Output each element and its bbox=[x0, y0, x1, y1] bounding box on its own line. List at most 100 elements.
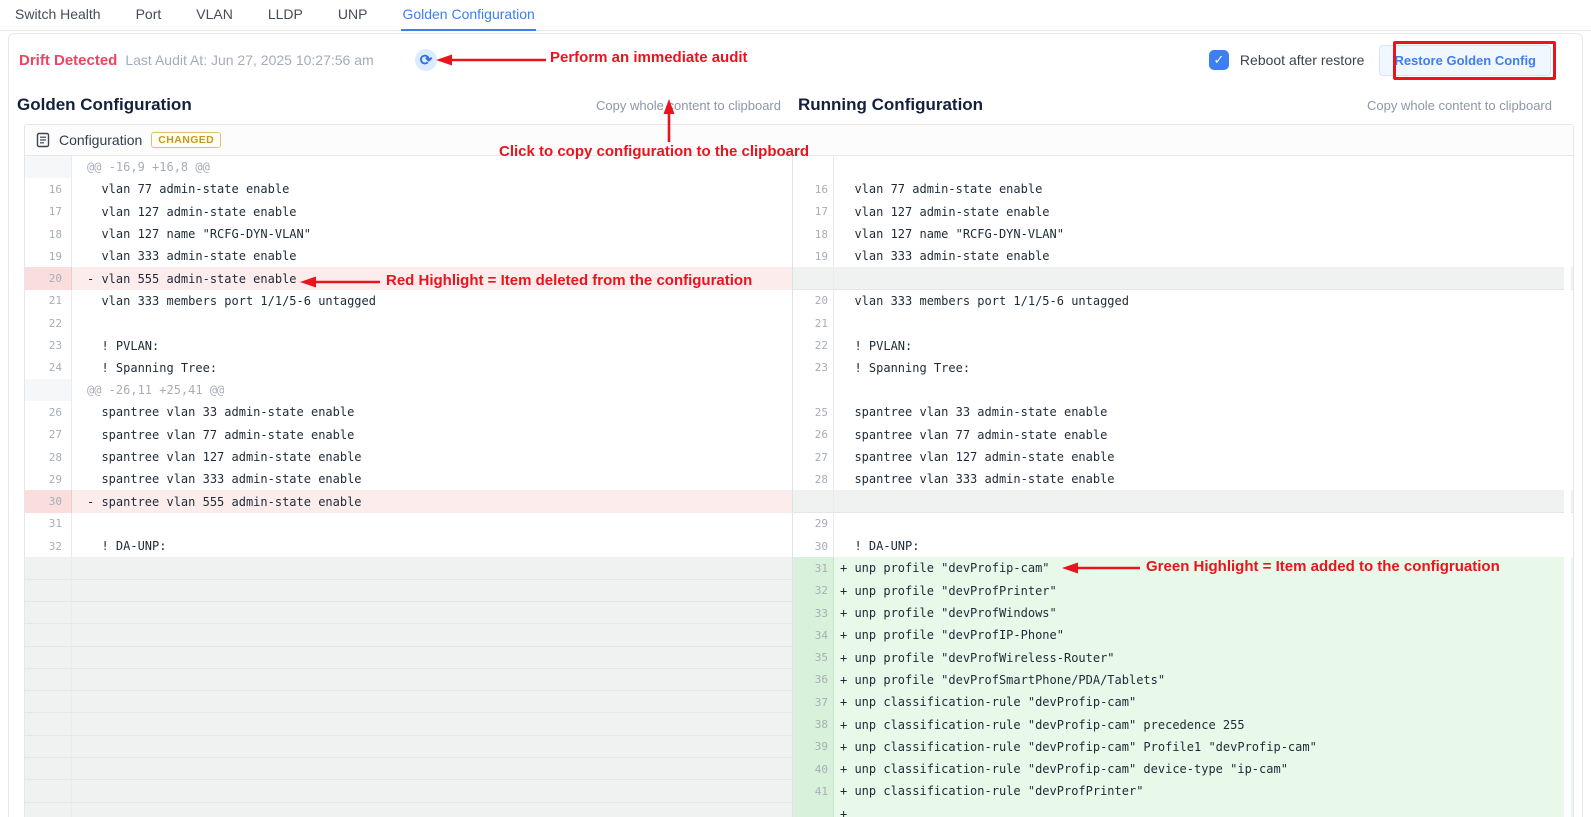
diff-right-code bbox=[834, 312, 1573, 334]
running-heading-half: Running Configuration Copy whole content… bbox=[791, 95, 1582, 115]
tab-unp[interactable]: UNP bbox=[337, 0, 369, 30]
diff-left-line-number: 32 bbox=[25, 535, 72, 557]
copy-golden-content-link[interactable]: Copy whole content to clipboard bbox=[596, 98, 781, 113]
diff-row: 37 + unp classification-rule "devProfip-… bbox=[25, 691, 1573, 713]
diff-left-line-number bbox=[25, 803, 72, 817]
diff-left-code bbox=[72, 758, 792, 780]
diff-right-code: ! PVLAN: bbox=[834, 334, 1573, 356]
diff-right-code: + unp classification-rule "devProfip-cam… bbox=[834, 758, 1573, 780]
diff-left-line-number: 19 bbox=[25, 245, 72, 267]
diff-row: 40 + unp classification-rule "devProfip-… bbox=[25, 758, 1573, 780]
diff-row: @@ -26,11 +25,41 @@ bbox=[25, 379, 1573, 401]
diff-left-code: @@ -26,11 +25,41 @@ bbox=[72, 379, 792, 401]
diff-right-line-number: 30 bbox=[792, 535, 834, 557]
diff-left-line-number: 26 bbox=[25, 401, 72, 423]
copy-running-content-link[interactable]: Copy whole content to clipboard bbox=[1367, 98, 1552, 113]
diff-row: 41 + unp classification-rule "devProfPri… bbox=[25, 780, 1573, 802]
diff-left-code bbox=[72, 803, 792, 817]
diff-right-code: ! DA-UNP: bbox=[834, 535, 1573, 557]
diff-right-code: + unp profile "devProfip-cam" bbox=[834, 557, 1573, 579]
diff-right-line-number: 33 bbox=[792, 602, 834, 624]
diff-left-code: vlan 333 admin-state enable bbox=[72, 245, 792, 267]
diff-right-code: + unp profile "devProfSmartPhone/PDA/Tab… bbox=[834, 669, 1573, 691]
diff-right-code: ! Spanning Tree: bbox=[834, 357, 1573, 379]
diff-row: 21 vlan 333 members port 1/1/5-6 untagge… bbox=[25, 290, 1573, 312]
tab-vlan[interactable]: VLAN bbox=[195, 0, 234, 30]
diff-row: 39 + unp classification-rule "devProfip-… bbox=[25, 736, 1573, 758]
reboot-after-restore-checkbox[interactable]: ✓ bbox=[1209, 50, 1229, 70]
diff-right-line-number: 40 bbox=[792, 758, 834, 780]
toolbar-right-group: ✓ Reboot after restore Restore Golden Co… bbox=[1209, 45, 1551, 76]
diff-left-code: spantree vlan 127 admin-state enable bbox=[72, 446, 792, 468]
diff-row: 32 ! DA-UNP: 30 ! DA-UNP: bbox=[25, 535, 1573, 557]
diff-right-line-number: 27 bbox=[792, 446, 834, 468]
diff-right-code: spantree vlan 33 admin-state enable bbox=[834, 401, 1573, 423]
diff-left-code: spantree vlan 333 admin-state enable bbox=[72, 468, 792, 490]
running-configuration-title: Running Configuration bbox=[798, 95, 983, 115]
tab-port[interactable]: Port bbox=[135, 0, 163, 30]
diff-right-line-number: 35 bbox=[792, 647, 834, 669]
tab-golden-configuration[interactable]: Golden Configuration bbox=[401, 0, 535, 31]
restore-golden-config-button[interactable]: Restore Golden Config bbox=[1379, 45, 1551, 76]
diff-row: 20 - vlan 555 admin-state enable bbox=[25, 267, 1573, 289]
tab-lldp[interactable]: LLDP bbox=[267, 0, 304, 30]
diff-left-line-number bbox=[25, 780, 72, 802]
diff-left-code: spantree vlan 77 admin-state enable bbox=[72, 424, 792, 446]
diff-right-code: vlan 333 admin-state enable bbox=[834, 245, 1573, 267]
diff-right-line-number bbox=[792, 490, 834, 512]
diff-right-code: + bbox=[834, 803, 1573, 817]
diff-left-code: @@ -16,9 +16,8 @@ bbox=[72, 156, 792, 178]
diff-left-line-number bbox=[25, 713, 72, 735]
diff-right-code: vlan 77 admin-state enable bbox=[834, 178, 1573, 200]
diff-right-line-number bbox=[792, 156, 834, 178]
configuration-diff-panel: Configuration CHANGED @@ -16,9 +16,8 @@ … bbox=[24, 124, 1574, 817]
golden-configuration-title: Golden Configuration bbox=[17, 95, 192, 115]
diff-left-line-number: 17 bbox=[25, 201, 72, 223]
diff-row: 33 + unp profile "devProfWindows" bbox=[25, 602, 1573, 624]
diff-left-line-number: 22 bbox=[25, 312, 72, 334]
diff-row: 16 vlan 77 admin-state enable 16 vlan 77… bbox=[25, 178, 1573, 200]
diff-row: 35 + unp profile "devProfWireless-Router… bbox=[25, 647, 1573, 669]
diff-row: 22 21 bbox=[25, 312, 1573, 334]
diff-right-line-number: 36 bbox=[792, 669, 834, 691]
run-audit-sync-icon[interactable]: ⟳ bbox=[415, 49, 437, 71]
diff-row: 24 ! Spanning Tree: 23 ! Spanning Tree: bbox=[25, 357, 1573, 379]
diff-left-line-number: 31 bbox=[25, 513, 72, 535]
diff-file-label: Configuration bbox=[59, 132, 142, 148]
diff-left-code bbox=[72, 647, 792, 669]
diff-scrollbar[interactable] bbox=[1564, 157, 1571, 817]
diff-left-code bbox=[72, 669, 792, 691]
diff-right-line-number: 31 bbox=[792, 557, 834, 579]
diff-left-code bbox=[72, 580, 792, 602]
diff-row: @@ -16,9 +16,8 @@ bbox=[25, 156, 1573, 178]
golden-heading-half: Golden Configuration Copy whole content … bbox=[9, 95, 791, 115]
diff-right-line-number: 17 bbox=[792, 201, 834, 223]
diff-left-line-number: 18 bbox=[25, 223, 72, 245]
diff-left-line-number bbox=[25, 379, 72, 401]
diff-left-code bbox=[72, 557, 792, 579]
diff-left-line-number: 16 bbox=[25, 178, 72, 200]
diff-right-code: + unp classification-rule "devProfip-cam… bbox=[834, 736, 1573, 758]
diff-left-line-number: 27 bbox=[25, 424, 72, 446]
diff-row: 18 vlan 127 name "RCFG-DYN-VLAN" 18 vlan… bbox=[25, 223, 1573, 245]
diff-left-code bbox=[72, 713, 792, 735]
diff-row: 31 + unp profile "devProfip-cam" bbox=[25, 557, 1573, 579]
tab-bar: Switch Health Port VLAN LLDP UNP Golden … bbox=[0, 0, 1591, 31]
diff-row: 29 spantree vlan 333 admin-state enable … bbox=[25, 468, 1573, 490]
diff-row: 19 vlan 333 admin-state enable 19 vlan 3… bbox=[25, 245, 1573, 267]
diff-left-line-number: 30 bbox=[25, 490, 72, 512]
diff-row: 34 + unp profile "devProfIP-Phone" bbox=[25, 624, 1573, 646]
diff-row: 38 + unp classification-rule "devProfip-… bbox=[25, 713, 1573, 735]
tab-switch-health[interactable]: Switch Health bbox=[14, 0, 102, 30]
diff-left-line-number bbox=[25, 736, 72, 758]
diff-right-line-number: 32 bbox=[792, 580, 834, 602]
diff-right-line-number bbox=[792, 803, 834, 817]
diff-left-code bbox=[72, 602, 792, 624]
diff-left-code bbox=[72, 624, 792, 646]
diff-right-line-number: 19 bbox=[792, 245, 834, 267]
changed-badge: CHANGED bbox=[151, 132, 221, 148]
diff-right-code: + unp classification-rule "devProfPrinte… bbox=[834, 780, 1573, 802]
diff-right-line-number: 41 bbox=[792, 780, 834, 802]
diff-left-line-number bbox=[25, 647, 72, 669]
diff-row: 26 spantree vlan 33 admin-state enable 2… bbox=[25, 401, 1573, 423]
